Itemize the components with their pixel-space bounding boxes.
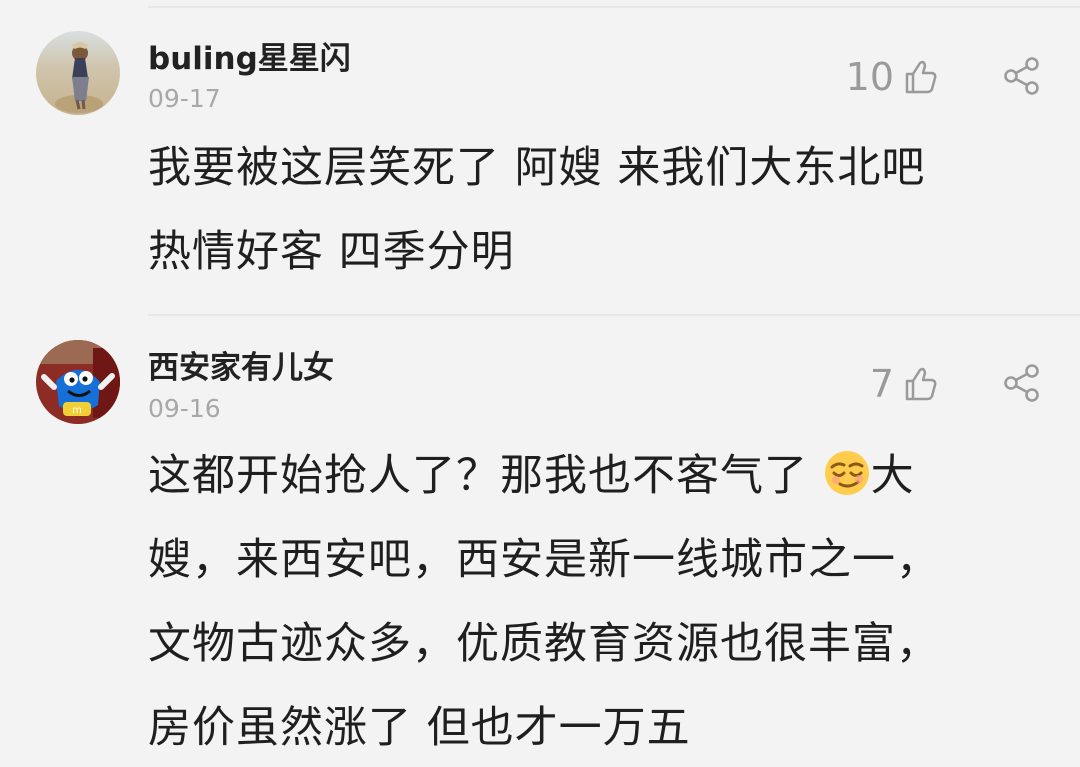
username[interactable]: 西安家有儿女 — [148, 342, 334, 387]
comment-text-fragment: 这都开始抢人了？那我也不客气了 — [148, 451, 808, 501]
like-count: 7 — [869, 362, 894, 406]
comment-text: 这都开始抢人了？那我也不客气了 大 嫂，来西安吧，西安是新一线城市之一， 文物古… — [148, 434, 1010, 767]
thumb-up-icon — [905, 367, 937, 401]
avatar[interactable] — [36, 31, 120, 115]
comment-item: m 西安家有儿女 09-16 7 这都开始抢人了？那我也不客气了 大 嫂，来西安… — [0, 316, 1080, 767]
comment-text-line: 这都开始抢人了？那我也不客气了 大 — [148, 434, 1010, 518]
avatar-image — [36, 31, 120, 115]
like-button[interactable]: 10 — [846, 58, 938, 96]
share-button[interactable] — [1002, 363, 1042, 403]
comment-text: 我要被这层笑死了 阿嫂 来我们大东北吧 热情好客 四季分明 — [148, 126, 1010, 294]
share-icon — [1004, 57, 1039, 95]
comment-text-fragment: 大 — [870, 451, 915, 501]
like-button[interactable]: 7 — [870, 365, 938, 403]
avatar[interactable]: m — [36, 340, 120, 424]
svg-text:m: m — [72, 405, 82, 416]
comment-text-line: 热情好客 四季分明 — [148, 227, 515, 277]
comment-date: 09-16 — [148, 394, 221, 423]
comment-item: buling星星闪 09-17 10 我要被这层笑死了 阿嫂 来我们大东北吧 热… — [0, 0, 1080, 312]
like-count: 10 — [845, 55, 894, 99]
comment-text-line: 嫂，来西安吧，西安是新一线城市之一， — [148, 535, 940, 585]
comments-page: buling星星闪 09-17 10 我要被这层笑死了 阿嫂 来我们大东北吧 热… — [0, 0, 1080, 767]
username[interactable]: buling星星闪 — [148, 33, 351, 78]
comment-text-line: 文物古迹众多，优质教育资源也很丰富， — [148, 619, 940, 669]
thumb-up-icon — [905, 60, 937, 94]
comment-date: 09-17 — [148, 84, 221, 113]
comment-text-line: 我要被这层笑死了 阿嫂 来我们大东北吧 — [148, 143, 926, 193]
avatar-image: m — [36, 340, 120, 424]
share-button[interactable] — [1002, 56, 1042, 96]
share-icon — [1004, 364, 1039, 402]
smirk-emoji-icon — [824, 451, 869, 495]
comment-text-line: 房价虽然涨了 但也才一万五 — [148, 703, 691, 753]
